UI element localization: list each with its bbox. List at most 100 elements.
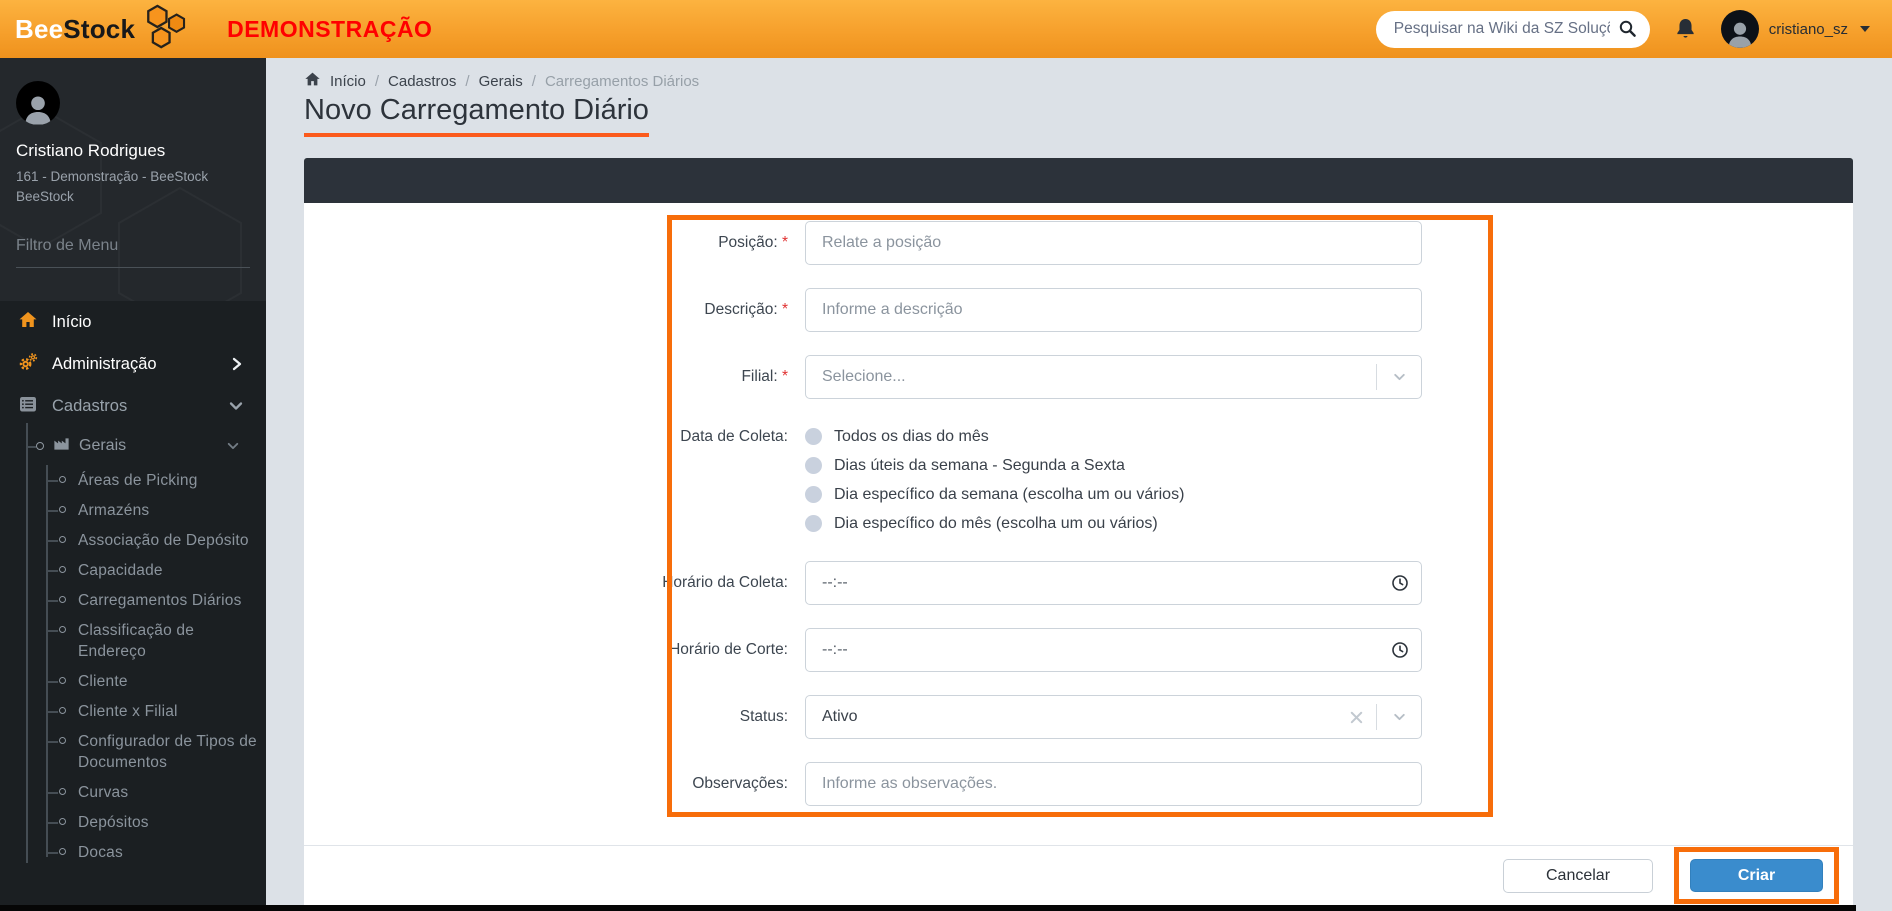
cancel-button[interactable]: Cancelar xyxy=(1503,859,1653,893)
submenu-item-curvas[interactable]: Curvas xyxy=(0,782,258,803)
breadcrumb-gerais[interactable]: Gerais xyxy=(479,73,523,90)
posicao-input[interactable] xyxy=(805,221,1422,265)
label-text: Filial: xyxy=(741,368,777,385)
submenu-item-classificacao-de-endereco[interactable]: Classificação de Endereço xyxy=(0,620,258,662)
submenu-item-capacidade[interactable]: Capacidade xyxy=(0,560,258,581)
chevron-down-icon[interactable] xyxy=(1377,711,1421,723)
submenu-item-label: Capacidade xyxy=(78,562,163,579)
posicao-label: Posição: * xyxy=(304,234,805,252)
submenu-item-docas[interactable]: Docas xyxy=(0,842,258,863)
observacoes-label: Observações: xyxy=(304,775,805,793)
submenu-item-label: Curvas xyxy=(78,784,128,801)
radio-label: Todos os dias do mês xyxy=(834,428,989,446)
user-menu[interactable]: cristiano_sz xyxy=(1721,10,1870,48)
notifications-bell-icon[interactable] xyxy=(1674,17,1697,42)
beestock-logo[interactable]: BeeStock xyxy=(15,4,189,55)
submenu-group-gerais[interactable]: Gerais xyxy=(0,431,266,461)
bullet-icon xyxy=(59,476,66,483)
clock-icon[interactable] xyxy=(1391,641,1409,659)
create-button[interactable]: Criar xyxy=(1690,859,1823,892)
sidebar-menu: Início Administração xyxy=(0,301,266,911)
main-content: Início / Cadastros / Gerais / Carregamen… xyxy=(266,58,1892,911)
home-icon xyxy=(18,310,38,334)
menu-filter-input[interactable] xyxy=(16,233,250,268)
breadcrumb: Início / Cadastros / Gerais / Carregamen… xyxy=(304,71,699,91)
bullet-icon xyxy=(59,566,66,573)
form-row-data-coleta: Data de Coleta: Todos os dias do mês Dia… xyxy=(304,422,1853,538)
breadcrumb-cadastros[interactable]: Cadastros xyxy=(388,73,456,90)
radio-todos-os-dias[interactable]: Todos os dias do mês xyxy=(805,422,1422,451)
observacoes-input[interactable] xyxy=(805,762,1422,806)
sidebar-item-administracao[interactable]: Administração xyxy=(0,343,266,385)
breadcrumb-inicio[interactable]: Início xyxy=(330,73,366,90)
radio-button-icon[interactable] xyxy=(805,428,822,445)
submenu-item-carregamentos-diarios[interactable]: Carregamentos Diários xyxy=(0,590,258,611)
required-asterisk: * xyxy=(782,368,788,385)
descricao-label: Descrição: * xyxy=(304,301,805,319)
label-text: Observações: xyxy=(692,775,788,792)
data-coleta-label: Data de Coleta: xyxy=(304,422,805,451)
filial-select-placeholder: Selecione... xyxy=(822,368,906,386)
radio-button-icon[interactable] xyxy=(805,486,822,503)
status-label: Status: xyxy=(304,708,805,726)
header-right: cristiano_sz xyxy=(1376,10,1870,48)
wiki-search-input[interactable] xyxy=(1376,11,1650,48)
search-icon[interactable] xyxy=(1618,19,1638,44)
bullet-icon xyxy=(59,626,66,633)
sidebar-item-cadastros[interactable]: Cadastros xyxy=(0,385,266,427)
clock-icon[interactable] xyxy=(1391,574,1409,592)
create-button-highlight-annotation: Criar xyxy=(1674,847,1839,904)
submenu-item-label: Classificação de Endereço xyxy=(78,622,194,660)
sidebar-item-inicio[interactable]: Início xyxy=(0,301,266,343)
sidebar-user-block: Cristiano Rodrigues 161 - Demonstração -… xyxy=(0,58,266,207)
caret-down-icon xyxy=(1860,26,1870,32)
radio-dia-especifico-semana[interactable]: Dia específico da semana (escolha um ou … xyxy=(805,480,1422,509)
home-icon[interactable] xyxy=(304,71,321,91)
descricao-input[interactable] xyxy=(805,288,1422,332)
bullet-icon xyxy=(59,818,66,825)
filial-select[interactable]: Selecione... xyxy=(805,355,1422,399)
data-coleta-radio-group: Todos os dias do mês Dias úteis da seman… xyxy=(805,422,1422,538)
status-select[interactable]: Ativo xyxy=(805,695,1422,739)
label-text: Descrição: xyxy=(704,301,777,318)
radio-label: Dia específico da semana (escolha um ou … xyxy=(834,486,1184,504)
horario-corte-input[interactable] xyxy=(805,628,1422,672)
chevron-down-icon[interactable] xyxy=(1377,371,1421,383)
breadcrumb-separator: / xyxy=(375,73,379,90)
radio-label: Dias úteis da semana - Segunda a Sexta xyxy=(834,457,1125,475)
username: cristiano_sz xyxy=(1769,21,1848,38)
bullet-icon xyxy=(59,506,66,513)
status-select-value: Ativo xyxy=(822,708,858,726)
filial-label: Filial: * xyxy=(304,368,805,386)
brand-bee: Bee xyxy=(15,14,63,44)
bullet-icon xyxy=(36,442,44,450)
list-icon xyxy=(18,394,38,419)
submenu-item-armazens[interactable]: Armazéns xyxy=(0,500,258,521)
brand-text: BeeStock xyxy=(15,14,135,45)
bullet-icon xyxy=(59,536,66,543)
sidebar-user-org-line1: 161 - Demonstração - BeeStock xyxy=(16,167,250,187)
radio-button-icon[interactable] xyxy=(805,515,822,532)
submenu-item-cliente[interactable]: Cliente xyxy=(0,671,258,692)
bullet-icon xyxy=(59,737,66,744)
form-row-observacoes: Observações: xyxy=(304,762,1853,806)
radio-dia-especifico-mes[interactable]: Dia específico do mês (escolha um ou vár… xyxy=(805,509,1422,538)
horario-coleta-input[interactable] xyxy=(805,561,1422,605)
bullet-icon xyxy=(59,788,66,795)
chevron-down-icon xyxy=(226,440,240,452)
submenu-item-depositos[interactable]: Depósitos xyxy=(0,812,258,833)
select-controls xyxy=(1337,696,1421,738)
radio-dias-uteis[interactable]: Dias úteis da semana - Segunda a Sexta xyxy=(805,451,1422,480)
label-text: Horário da Coleta: xyxy=(662,574,788,591)
clear-x-icon[interactable] xyxy=(1337,710,1376,725)
cadastros-submenu-tree: Gerais Áreas de Picking Armazéns Associa… xyxy=(0,431,266,863)
radio-button-icon[interactable] xyxy=(805,457,822,474)
submenu-item-cliente-x-filial[interactable]: Cliente x Filial xyxy=(0,701,258,722)
beestock-hexagon-icon xyxy=(143,4,189,55)
factory-icon xyxy=(52,434,71,458)
submenu-item-areas-de-picking[interactable]: Áreas de Picking xyxy=(0,470,258,491)
submenu-item-configurador-de-tipos-de-documentos[interactable]: Configurador de Tipos de Documentos xyxy=(0,731,258,773)
window-bottom-edge xyxy=(0,905,1856,911)
sidebar-user-org-line2: BeeStock xyxy=(16,187,250,207)
submenu-item-associacao-de-deposito[interactable]: Associação de Depósito xyxy=(0,530,258,551)
